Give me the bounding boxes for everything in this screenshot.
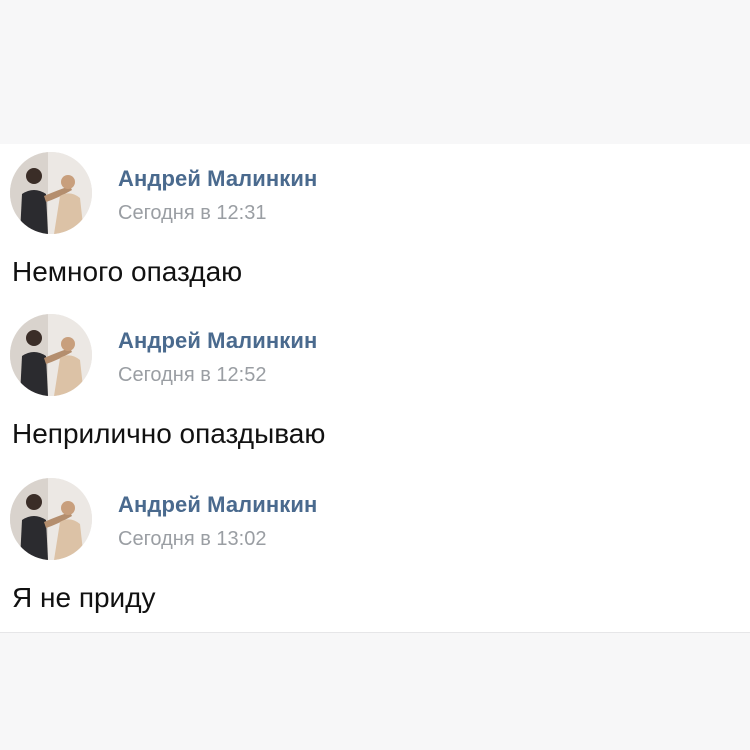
message-text: Немного опаздаю [12,256,243,287]
post-item: Андрей Малинкин Сегодня в 12:52 Неприлич… [0,314,750,474]
avatar[interactable] [10,478,92,560]
message-text: Неприлично опаздываю [12,418,326,449]
post-item: Андрей Малинкин Сегодня в 12:31 Немного … [0,152,750,312]
avatar-photo-icon [10,152,92,234]
post-timestamp[interactable]: Сегодня в 13:02 [118,528,266,551]
avatar[interactable] [10,314,92,396]
avatar[interactable] [10,152,92,234]
post-item: Андрей Малинкин Сегодня в 13:02 Я не при… [0,478,750,638]
message-feed: Андрей Малинкин Сегодня в 12:31 Немного … [0,144,750,633]
author-name-link[interactable]: Андрей Малинкин [118,492,317,518]
message-text: Я не приду [12,582,156,613]
author-name-link[interactable]: Андрей Малинкин [118,166,317,192]
avatar-photo-icon [10,314,92,396]
post-timestamp[interactable]: Сегодня в 12:31 [118,202,266,225]
author-name-link[interactable]: Андрей Малинкин [118,328,317,354]
page: Андрей Малинкин Сегодня в 12:31 Немного … [0,0,750,750]
post-timestamp[interactable]: Сегодня в 12:52 [118,364,266,387]
avatar-photo-icon [10,478,92,560]
